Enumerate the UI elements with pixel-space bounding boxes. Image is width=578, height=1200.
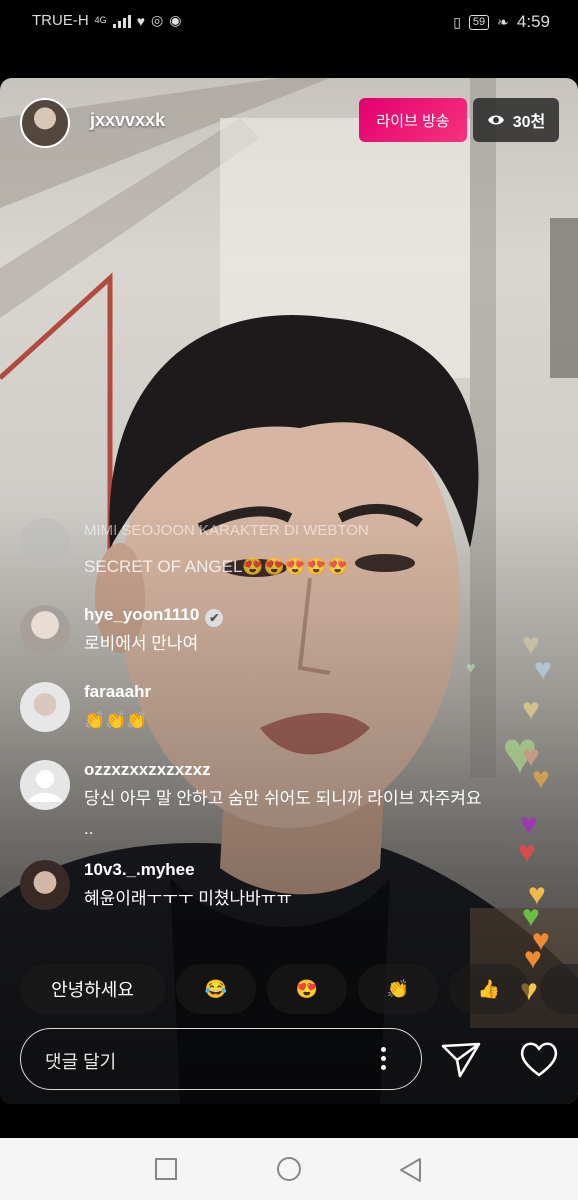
quick-reply-greeting[interactable]: 안녕하세요 — [20, 964, 165, 1014]
carrier-name: TRUE-H — [32, 12, 89, 29]
comment-avatar[interactable] — [20, 760, 70, 810]
heart-status-icon: ♥ — [136, 12, 145, 29]
heart-icon: ♥ — [532, 762, 550, 795]
eye-icon — [487, 115, 504, 125]
comment-text-faded: MIMI SEOJOON KARAKTER DI WEBTON — [84, 522, 369, 539]
comment-avatar — [20, 518, 70, 568]
heart-icon: ♥ — [466, 660, 476, 677]
heart-icon: ♥ — [534, 653, 552, 686]
home-icon[interactable] — [275, 1157, 303, 1185]
vibrate-icon: ▯ — [453, 13, 461, 30]
host-avatar[interactable] — [20, 98, 70, 148]
viewer-count-badge[interactable]: 30천 — [473, 98, 559, 142]
clock: 4:59 — [516, 12, 550, 31]
comment-text: SECRET OF ANGEL😍😍😍😍😍 — [84, 557, 349, 576]
heart-icon: ♥ — [524, 942, 542, 975]
quick-reply-heart-eyes[interactable]: 😍 — [267, 964, 347, 1014]
instagram-status-icon: ◎ — [151, 12, 164, 28]
comment-text: 혜윤이래ㅜㅜㅜ 미쳤나바ㅠㅠ — [84, 889, 293, 908]
back-icon[interactable] — [398, 1157, 422, 1183]
comment-input-placeholder: 댓글 달기 — [45, 1052, 117, 1072]
comment-username[interactable]: 10v3._.myhee — [84, 860, 195, 880]
comment-username[interactable]: hye_yoon1110 ✔ — [84, 605, 224, 627]
heart-icon: ♥ — [518, 836, 536, 869]
leaf-icon: ❧ — [497, 13, 509, 30]
comment-text: 당신 아무 말 안하고 숨만 쉬어도 되니까 라이브 자주켜요 .. — [84, 789, 482, 838]
host-username[interactable]: jxxvvxxk — [90, 110, 165, 131]
comment-avatar[interactable] — [20, 605, 70, 655]
default-avatar-icon — [28, 770, 62, 802]
quick-reply-laugh[interactable]: 😂 — [176, 964, 256, 1014]
verified-icon: ✔ — [205, 609, 224, 627]
signal-icon — [112, 14, 131, 28]
comment-username[interactable]: faraaahr — [84, 682, 151, 702]
navigation-bar — [0, 1138, 578, 1200]
heart-icon[interactable] — [518, 1038, 560, 1080]
comment-text: 로비에서 만나여 — [84, 634, 199, 653]
battery-icon: 59 — [468, 14, 490, 30]
recents-icon[interactable] — [154, 1157, 178, 1181]
comment-avatar[interactable] — [20, 860, 70, 910]
comment-username[interactable]: ozzxzxxzxzxzxz — [84, 760, 211, 780]
comment-text: 👏👏👏 — [84, 711, 148, 730]
quick-reply-clap[interactable]: 👏 — [358, 964, 438, 1014]
live-badge: 라이브 방송 — [359, 98, 467, 142]
quick-reply-thumbs-up[interactable]: 👍 — [449, 964, 529, 1014]
viewer-count: 30천 — [512, 114, 546, 131]
username-text: hye_yoon1110 — [84, 605, 200, 624]
comment-avatar[interactable] — [20, 682, 70, 732]
network-type: 4G — [94, 15, 107, 25]
status-bar: TRUE-H 4G ♥ ◎ ◉ ▯ 59 ❧ 4:59 — [0, 0, 578, 44]
line-status-icon: ◉ — [169, 12, 182, 28]
send-icon[interactable] — [440, 1038, 482, 1080]
more-vertical-icon[interactable] — [381, 1047, 387, 1074]
comment-input[interactable]: 댓글 달기 — [20, 1028, 422, 1090]
live-video[interactable]: jxxvvxxk 라이브 방송 30천 MIMI SEOJOON KARAKTE… — [0, 78, 578, 1104]
